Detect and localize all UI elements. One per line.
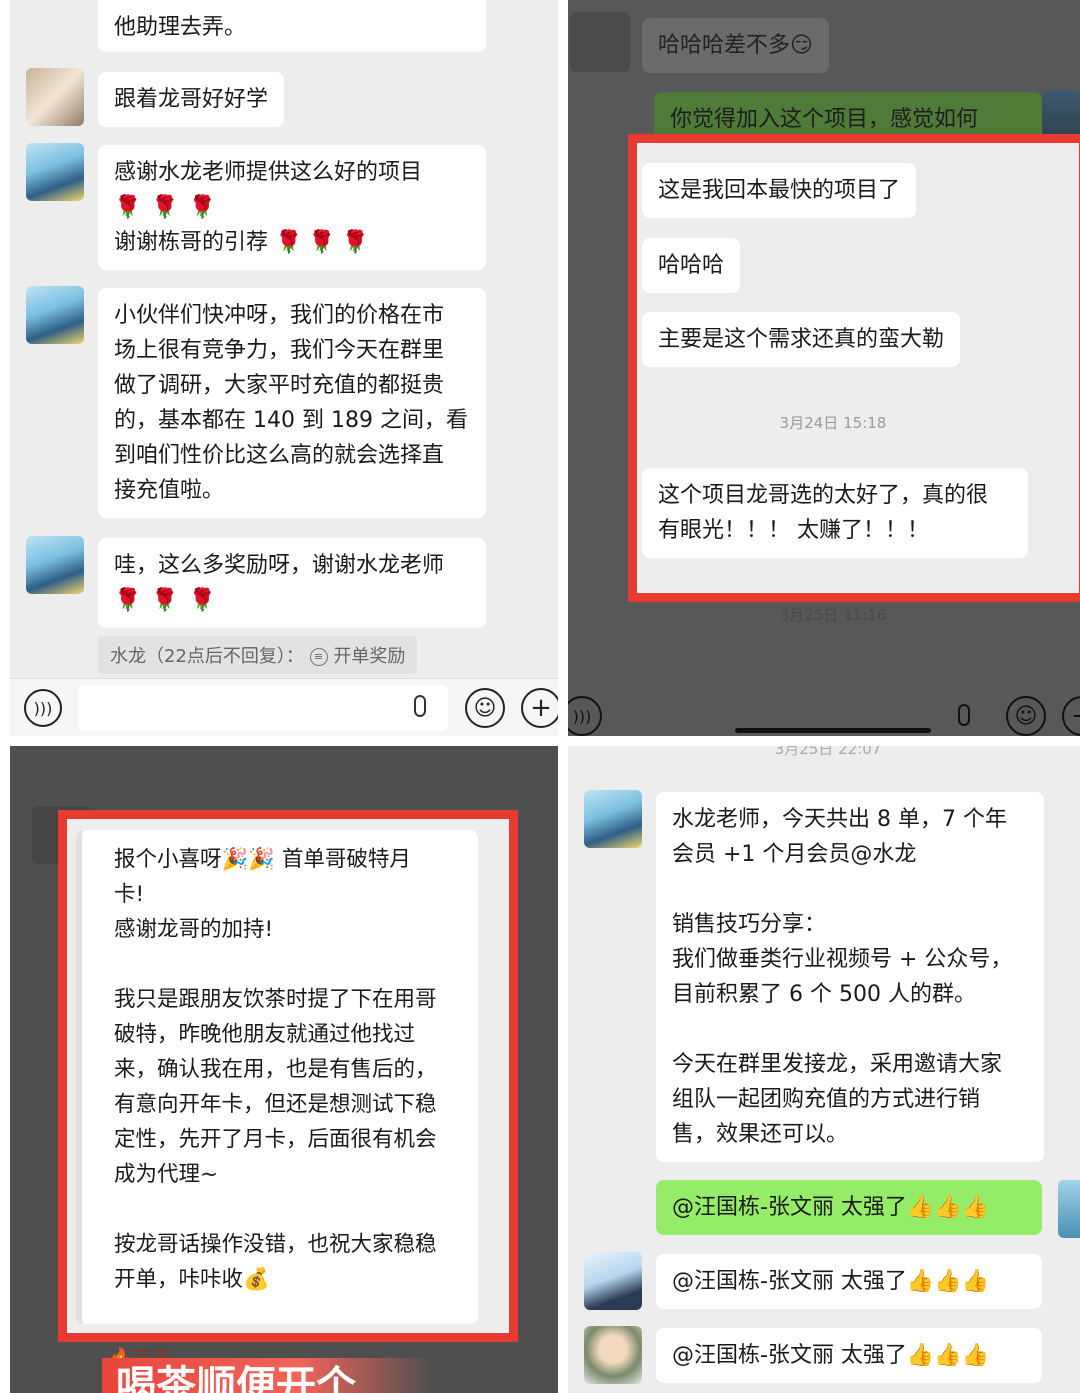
- message-bubble: 他助理去弄。: [98, 0, 486, 52]
- add-icon[interactable]: +: [1062, 696, 1080, 736]
- message-bubble: 这个项目龙哥选的太好了，真的很 有眼光！！！ 太赚了！！！: [642, 468, 1028, 558]
- message-text: 来，确认我在用，也是有售后的，: [114, 1057, 437, 1082]
- input-bar: ))) ☺ +: [10, 678, 558, 736]
- message-text: 感谢龙哥的加持!: [114, 917, 274, 942]
- add-icon[interactable]: +: [521, 688, 558, 728]
- message-bubble: @汪国栋-张文丽 太强了👍👍👍: [656, 1254, 1042, 1309]
- input-bar: ))) ☺ +: [568, 636, 1080, 736]
- chat-panel-top-left: 他助理去弄。 跟着龙哥好好学 感谢水龙老师提供这么好的项目 🌹🌹🌹 谢谢栋哥的引…: [10, 0, 558, 736]
- message-text: 接充值啦。: [114, 478, 225, 503]
- avatar[interactable]: [26, 286, 84, 344]
- message-text: 成为代理~: [114, 1162, 219, 1187]
- rose-emoji: 🌹🌹🌹: [114, 588, 227, 613]
- message-bubble: 小伙伴们快冲呀，我们的价格在市 场上很有竞争力，我们今天在群里 做了调研，大家平…: [98, 288, 486, 518]
- message-text: 目前积累了 6 个 500 人的群。: [672, 982, 976, 1007]
- message-text: 有意向开年卡，但还是想测试下稳: [114, 1092, 437, 1117]
- message-bubble: 哇，这么多奖励呀，谢谢水龙老师 🌹🌹🌹: [98, 538, 486, 628]
- message-bubble: 这是我回本最快的项目了: [642, 163, 917, 218]
- message-bubble: 主要是这个需求还真的蛮大勒: [642, 312, 961, 367]
- avatar[interactable]: [26, 68, 84, 126]
- message-bubble: 跟着龙哥好好学: [98, 72, 285, 127]
- message-text: 卡!: [114, 882, 145, 907]
- message-text: 感谢水龙老师提供这么好的项目: [114, 160, 423, 185]
- message-bubble: 哈哈哈: [642, 238, 741, 293]
- message-bubble: @汪国栋-张文丽 太强了👍👍👍: [656, 1328, 1042, 1383]
- avatar[interactable]: [26, 536, 84, 594]
- banner-text: 喝茶顺便开个: [116, 1363, 356, 1393]
- voice-toggle-icon[interactable]: ))): [24, 689, 62, 727]
- message-input[interactable]: [78, 685, 448, 731]
- message-text: @汪国栋-张文丽 太强了👍👍👍: [672, 1269, 990, 1294]
- avatar[interactable]: [584, 1252, 642, 1310]
- avatar[interactable]: [1058, 1180, 1080, 1238]
- voice-toggle-icon[interactable]: ))): [568, 696, 602, 736]
- message-bubble: 哈哈哈差不多😏: [642, 18, 829, 73]
- rose-emoji: 🌹🌹🌹: [114, 195, 227, 220]
- message-text: 他助理去弄。: [114, 15, 247, 40]
- emoji-icon[interactable]: ☺: [1006, 696, 1046, 736]
- message-timestamp: 3月25日 11:16: [779, 606, 887, 624]
- quoted-reply[interactable]: 水龙（22点后不回复）： ≡ 开单奖励: [98, 636, 418, 674]
- chat-panel-top-right: 哈哈哈差不多😏 你觉得加入这个项目，感觉如何 这是我回本最快的项目了 哈哈哈 主…: [568, 0, 1080, 736]
- message-bubble: 感谢水龙老师提供这么好的项目 🌹🌹🌹 谢谢栋哥的引荐 🌹🌹🌹: [98, 145, 486, 270]
- message-text: 谢谢栋哥的引荐: [114, 230, 269, 255]
- message-text: 场上很有竞争力，我们今天在群里: [114, 338, 445, 363]
- microphone-icon[interactable]: [958, 704, 970, 726]
- message-text: 我们做垂类行业视频号 + 公众号，: [672, 947, 1013, 972]
- message-bubble: @汪国栋-张文丽 太强了👍👍👍: [656, 1180, 1042, 1235]
- message-bubble: 报个小喜呀🎉🎉 首单哥破特月 卡! 感谢龙哥的加持! 我只是跟朋友饮茶时提了下在…: [76, 830, 478, 1324]
- message-text: @汪国栋-张文丽 太强了👍👍👍: [672, 1343, 990, 1368]
- emoji-icon[interactable]: ☺: [465, 688, 505, 728]
- message-text: 哇，这么多奖励呀，谢谢水龙老师: [114, 553, 445, 578]
- home-indicator: [735, 728, 931, 733]
- message-text: 做了调研，大家平时充值的都挺贵: [114, 373, 445, 398]
- message-text: 主要是这个需求还真的蛮大勒: [658, 327, 945, 352]
- message-text: 跟着龙哥好好学: [114, 87, 269, 112]
- message-text: 破特，昨晚他朋友就通过他找过: [114, 1022, 416, 1047]
- message-text: 定性，先开了月卡，后面很有机会: [114, 1127, 437, 1152]
- message-text: 报个小喜呀🎉🎉 首单哥破特月: [114, 847, 411, 872]
- message-text: 我只是跟朋友饮茶时提了下在用哥: [114, 987, 437, 1012]
- chat-panel-bottom-left: 报个小喜呀🎉🎉 首单哥破特月 卡! 感谢龙哥的加持! 我只是跟朋友饮茶时提了下在…: [10, 746, 558, 1393]
- message-bubble: 水龙老师，今天共出 8 单，7 个年 会员 +1 个月会员@水龙 销售技巧分享：…: [656, 792, 1044, 1162]
- chat-icon: ≡: [309, 648, 328, 666]
- message-text: @汪国栋-张文丽 太强了👍👍👍: [672, 1195, 990, 1220]
- message-text: 这个项目龙哥选的太好了，真的很: [658, 483, 989, 508]
- smirk-emoji: 😏: [790, 33, 813, 58]
- message-text: 开单，咔咔收💰: [114, 1267, 270, 1292]
- message-text: 售，效果还可以。: [672, 1122, 849, 1147]
- chat-panel-bottom-right: 3月25日 22:07 水龙老师，今天共出 8 单，7 个年 会员 +1 个月会…: [568, 746, 1080, 1393]
- message-text: 会员 +1 个月会员@水龙: [672, 842, 917, 867]
- quote-author: 水龙（22点后不回复）：: [110, 646, 304, 667]
- message-text: 组队一起团购充值的方式进行销: [672, 1087, 981, 1112]
- message-text: 今天在群里发接龙，采用邀请大家: [672, 1052, 1003, 1077]
- avatar[interactable]: [584, 790, 642, 848]
- message-text: 到咱们性价比这么高的就会选择直: [114, 443, 445, 468]
- message-text: 按龙哥话操作没错，也祝大家稳稳: [114, 1232, 437, 1257]
- avatar[interactable]: [584, 1326, 642, 1384]
- message-text: 的，基本都在 140 到 189 之间，看: [114, 408, 468, 433]
- message-timestamp: 3月25日 22:07: [774, 746, 882, 758]
- rose-emoji: 🌹🌹🌹: [275, 230, 376, 255]
- message-text: 这是我回本最快的项目了: [658, 178, 901, 203]
- message-text: 哈哈哈: [658, 253, 725, 278]
- avatar[interactable]: [570, 12, 630, 72]
- message-text: 销售技巧分享：: [672, 912, 827, 937]
- avatar[interactable]: [26, 143, 84, 201]
- quote-text: 开单奖励: [333, 646, 406, 667]
- message-text: 哈哈哈差不多: [658, 33, 791, 58]
- message-text: 你觉得加入这个项目，感觉如何: [670, 107, 979, 132]
- message-text: 小伙伴们快冲呀，我们的价格在市: [114, 303, 445, 328]
- microphone-icon[interactable]: [414, 695, 426, 717]
- message-text: 有眼光！！！ 太赚了！！！: [658, 518, 929, 543]
- message-timestamp: 3月24日 15:18: [779, 414, 887, 432]
- message-text: 水龙老师，今天共出 8 单，7 个年: [672, 807, 1007, 832]
- banner: 喝茶顺便开个: [102, 1358, 432, 1393]
